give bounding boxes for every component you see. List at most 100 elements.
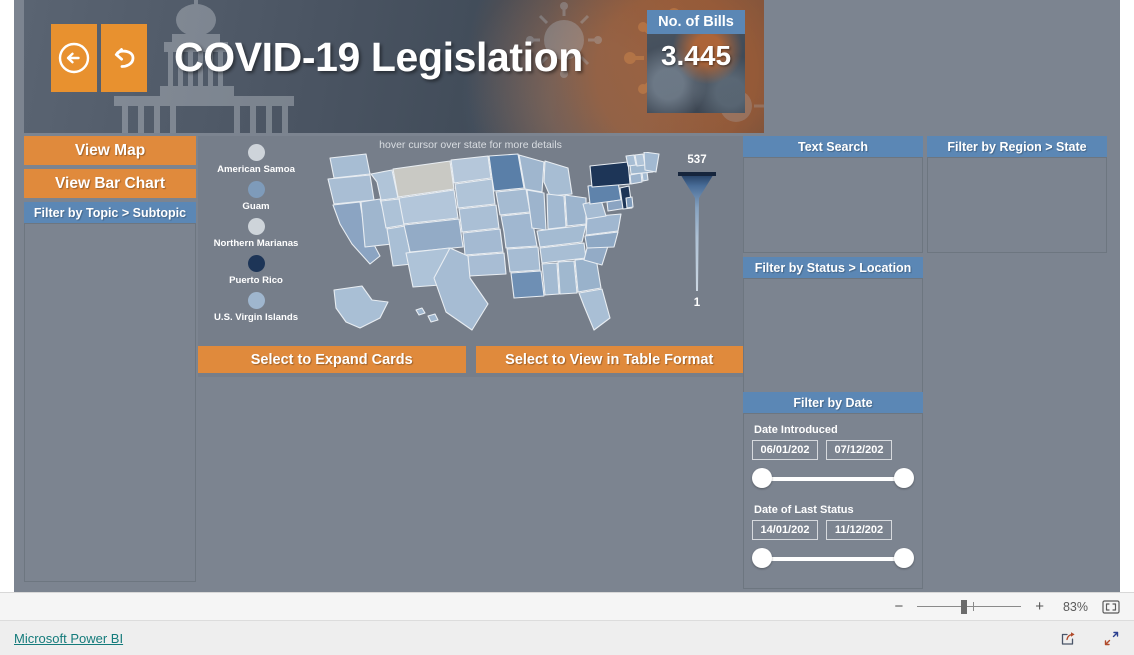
topic-filter-header[interactable]: Filter by Topic > Subtopic [24,202,196,223]
territory-label: Puerto Rico [229,275,283,286]
share-icon [1061,631,1075,645]
status-bar: Microsoft Power BI [0,620,1134,655]
slider-track [762,557,904,561]
back-button[interactable] [51,24,97,92]
date-introduced-slider[interactable] [752,468,914,490]
date-introduced-inputs: 06/01/202 07/12/202 [752,440,914,460]
slider-handle-left[interactable] [752,468,772,488]
state-NE [458,204,500,233]
left-sidebar: View Map View Bar Chart Filter by Topic … [24,136,196,582]
report-page: COVID-19 Legislation No. of Bills 3.445 [14,0,1120,592]
state-IA [495,188,531,216]
territory-item[interactable]: Puerto Rico [200,255,312,286]
power-bi-link[interactable]: Microsoft Power BI [14,631,123,646]
kpi-label: No. of Bills [647,10,745,34]
topic-filter-body[interactable] [24,223,196,582]
status-filter-header[interactable]: Filter by Status > Location [743,257,923,278]
slider-handle-right[interactable] [894,468,914,488]
view-map-button[interactable]: View Map [24,136,196,165]
date-filter-header[interactable]: Filter by Date [743,392,923,413]
territory-swatch [247,292,265,309]
map-color-scale: 537 1 [669,154,725,309]
text-search-header[interactable]: Text Search [743,136,923,157]
territory-swatch [247,181,265,198]
territory-item[interactable]: Guam [200,181,312,212]
state-ME [643,152,660,173]
state-NY [589,161,631,188]
power-bi-report-viewer: COVID-19 Legislation No. of Bills 3.445 [0,0,1134,655]
state-VT [625,154,637,167]
status-filter-card: Filter by Status > Location [743,257,923,397]
scale-funnel-icon [678,172,716,291]
table-format-button[interactable]: Select to View in Table Format [475,346,743,373]
view-bar-chart-button[interactable]: View Bar Chart [24,169,196,198]
state-ND [450,155,492,184]
state-CT [629,172,643,185]
territory-swatch [247,255,265,272]
text-search-card: Text Search [743,136,923,253]
date-introduced-from-input[interactable]: 06/01/202 [752,440,818,460]
map-action-buttons: Select to Expand Cards Select to View in… [198,346,743,373]
map-visual[interactable]: hover cursor over state for more details… [198,136,743,377]
state-OK [465,252,507,277]
state-WA [329,153,371,179]
scale-max-label: 537 [687,154,707,166]
text-search-input[interactable] [743,157,923,253]
report-canvas: COVID-19 Legislation No. of Bills 3.445 [0,0,1134,592]
state-AR [506,246,541,273]
fullscreen-button[interactable] [1103,630,1120,647]
region-filter-header[interactable]: Filter by Region > State [927,136,1107,157]
zoom-slider[interactable] [917,599,1022,614]
zoom-percent-label: 83% [1062,599,1088,614]
slider-track [762,477,904,481]
expand-cards-button[interactable]: Select to Expand Cards [198,346,466,373]
state-DE [625,196,634,209]
date-last-status-from-input[interactable]: 14/01/202 [752,520,818,540]
date-introduced-label: Date Introduced [754,424,838,436]
scale-min-label: 1 [693,297,701,309]
us-choropleth-map[interactable] [318,152,663,352]
rail-top-row: Text Search Filter by Region > State [743,136,1110,253]
date-filter-body: Date Introduced 06/01/202 07/12/202 Date… [743,413,923,589]
territory-label: American Samoa [217,164,295,175]
state-MS [541,262,560,296]
date-introduced-to-input[interactable]: 07/12/202 [826,440,892,460]
fit-to-page-icon [1102,599,1120,614]
zoom-slider-tick [973,601,975,611]
fit-to-page-button[interactable] [1102,599,1120,614]
zoom-in-button[interactable]: + [1035,599,1044,614]
reset-button[interactable] [101,24,147,92]
status-filter-body[interactable] [743,278,923,397]
state-NH [634,153,646,167]
state-KS [462,228,504,256]
state-FL [578,288,611,331]
header-nav-buttons [51,24,147,92]
zoom-slider-thumb[interactable] [961,599,968,614]
zoom-toolbar: − + 83% [0,592,1134,620]
region-filter-body[interactable] [927,157,1107,253]
territory-swatch [247,218,265,235]
share-button[interactable] [1060,630,1077,647]
territory-item[interactable]: Northern Marianas [200,218,312,249]
fullscreen-arrows-icon [1104,631,1119,645]
date-last-status-slider[interactable] [752,548,914,570]
territory-label: Northern Marianas [213,238,299,249]
state-CO [403,218,464,253]
state-SD [454,178,496,209]
state-MN [488,153,525,192]
territory-item[interactable]: U.S. Virgin Islands [200,292,312,323]
state-HI2 [427,313,439,323]
date-last-status-inputs: 14/01/202 11/12/202 [752,520,914,540]
kpi-value: 3.445 [660,40,732,71]
right-filter-rail: Text Search Filter by Region > State Fil… [743,136,1110,589]
state-IN [546,193,567,230]
date-last-status-to-input[interactable]: 11/12/202 [826,520,892,540]
region-filter-card: Filter by Region > State [927,136,1107,253]
state-OR [327,174,375,205]
zoom-out-button[interactable]: − [894,599,903,614]
no-of-bills-card: No. of Bills 3.445 [647,10,745,113]
page-title: COVID-19 Legislation [174,34,583,80]
territory-item[interactable]: American Samoa [200,144,312,175]
slider-handle-left[interactable] [752,548,772,568]
slider-handle-right[interactable] [894,548,914,568]
